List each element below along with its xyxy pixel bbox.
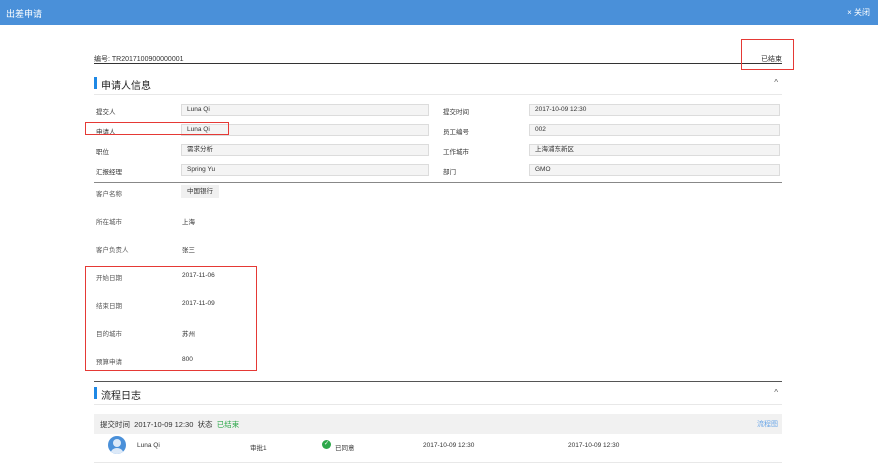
- department-label: 部门: [443, 169, 456, 176]
- divider: [94, 404, 782, 405]
- log-step: 审批1: [250, 445, 267, 452]
- manager-label: 汇报经理: [96, 169, 122, 176]
- divider: [94, 182, 782, 183]
- divider: [94, 462, 782, 463]
- work-city-label: 工作城市: [443, 149, 469, 156]
- divider: [94, 63, 782, 64]
- city-label: 所在城市: [96, 219, 122, 226]
- customer-chip: 中国银行: [181, 185, 219, 198]
- owner-value: 张三: [182, 247, 195, 254]
- log-time-1: 2017-10-09 12:30: [423, 442, 475, 449]
- title-bar: 出差申请 × 关闭: [0, 0, 878, 25]
- divider: [94, 381, 782, 382]
- employee-no-field: 002: [529, 124, 780, 136]
- record-id-row: 编号: TR2017100900000001 已结束: [94, 54, 782, 63]
- chevron-up-icon[interactable]: ^: [774, 388, 778, 397]
- log-section-title: 流程日志: [101, 391, 141, 402]
- city-value: 上海: [182, 219, 195, 226]
- avatar: [108, 436, 126, 454]
- window-title: 出差申请: [6, 9, 43, 19]
- log-summary: 提交时间 2017-10-09 12:30 状态 已结束: [100, 419, 239, 430]
- submitter-field: Luna Qi: [181, 104, 429, 116]
- employee-no-label: 员工编号: [443, 129, 469, 136]
- log-submit-time: 2017-10-09 12:30: [134, 420, 194, 429]
- divider: [94, 94, 782, 95]
- department-field: GMO: [529, 164, 780, 176]
- applicant-section-title: 申请人信息: [101, 81, 151, 92]
- submit-time-label: 提交时间: [443, 109, 469, 116]
- log-status: 已结束: [216, 420, 240, 429]
- highlight-box-status: [741, 39, 794, 70]
- owner-label: 客户负责人: [96, 247, 129, 254]
- position-field: 需求分析: [181, 144, 429, 156]
- log-time-2: 2017-10-09 12:30: [568, 442, 620, 449]
- submit-time-field: 2017-10-09 12:30: [529, 104, 780, 116]
- section-accent-bar: [94, 387, 97, 399]
- highlight-box-applicant: [85, 122, 229, 135]
- log-submit-time-label: 提交时间: [100, 420, 130, 429]
- log-section-header[interactable]: 流程日志 ^: [94, 386, 782, 402]
- manager-field: Spring Yu: [181, 164, 429, 176]
- close-button[interactable]: × 关闭: [847, 7, 870, 18]
- position-label: 职位: [96, 149, 109, 156]
- flowchart-link[interactable]: 流程图: [757, 419, 778, 429]
- log-result: 已同意: [335, 445, 355, 452]
- log-user-name: Luna Qi: [137, 442, 160, 449]
- customer-label: 客户名称: [96, 191, 122, 198]
- applicant-section-header[interactable]: 申请人信息 ^: [94, 76, 782, 92]
- submitter-label: 提交人: [96, 109, 116, 116]
- section-accent-bar: [94, 77, 97, 89]
- highlight-box-trip: [85, 266, 257, 371]
- chevron-up-icon[interactable]: ^: [774, 78, 778, 87]
- work-city-field: 上海浦东新区: [529, 144, 780, 156]
- check-circle-icon: ✓: [322, 440, 331, 449]
- log-header: 提交时间 2017-10-09 12:30 状态 已结束 流程图: [94, 414, 782, 434]
- log-row: Luna Qi 审批1 ✓ 已同意 2017-10-09 12:30 2017-…: [94, 436, 782, 456]
- log-status-label: 状态: [197, 420, 213, 429]
